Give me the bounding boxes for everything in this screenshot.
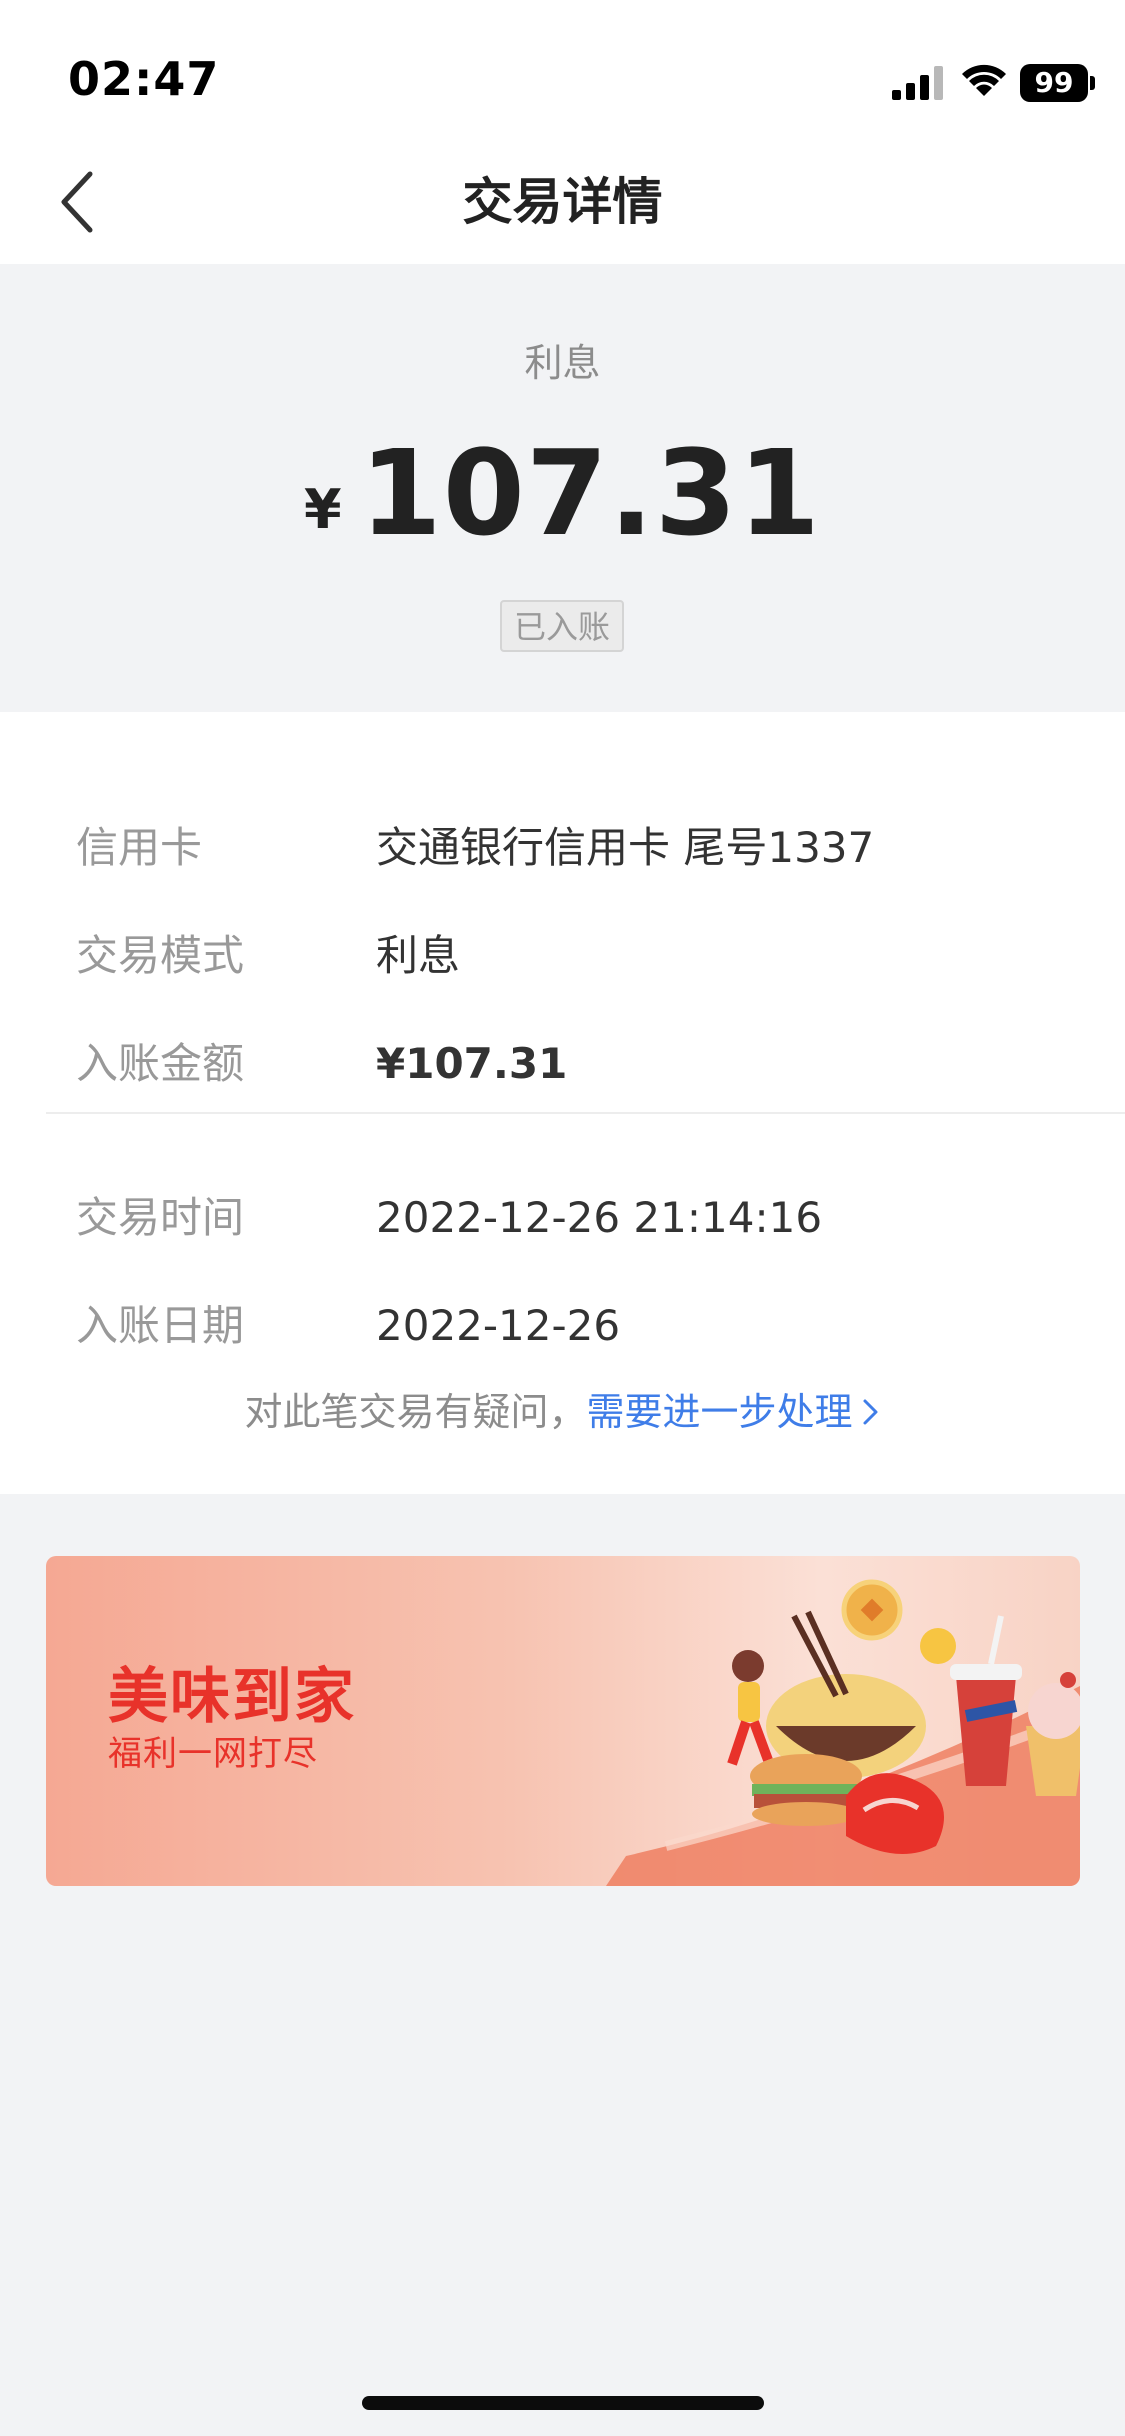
detail-row-card: 信用卡 交通银行信用卡 尾号1337 — [0, 818, 1125, 878]
person-icon — [732, 1650, 764, 1682]
battery-cap — [1090, 76, 1095, 90]
currency-symbol: ¥ — [304, 478, 342, 541]
page-title: 交易详情 — [462, 173, 663, 231]
wifi-icon — [962, 64, 1006, 96]
chevron-right-icon — [863, 1399, 878, 1425]
promo-banner[interactable]: 美味到家 福利一网打尽 — [46, 1556, 1080, 1886]
detail-row-time: 交易时间 2022-12-26 21:14:16 — [0, 1188, 1125, 1248]
detail-row-mode: 交易模式 利息 — [0, 926, 1125, 986]
home-indicator — [362, 2396, 764, 2410]
nav-bar: 交易详情 — [0, 140, 1125, 264]
back-button[interactable] — [52, 164, 112, 240]
detail-label: 入账金额 — [76, 1039, 245, 1088]
chevron-left-icon — [61, 171, 93, 233]
help-text: 对此笔交易有疑问， — [244, 1390, 587, 1434]
battery-icon: 99 — [1020, 64, 1088, 102]
status-time: 02:47 — [68, 52, 220, 106]
further-action-link[interactable]: 需要进一步处理 — [587, 1390, 881, 1434]
transaction-summary: 利息 ¥107.31 已入账 — [0, 264, 1125, 712]
further-action-link-label: 需要进一步处理 — [586, 1390, 853, 1434]
detail-label: 交易模式 — [76, 931, 245, 980]
detail-value: 2022-12-26 21:14:16 — [376, 1193, 823, 1242]
detail-label: 信用卡 — [76, 823, 203, 872]
drink-icon — [956, 1676, 1016, 1786]
transaction-amount: ¥107.31 — [0, 424, 1125, 562]
status-badge: 已入账 — [500, 600, 624, 652]
amount-value: 107.31 — [359, 424, 821, 562]
detail-row-amount: 入账金额 ¥107.31 — [0, 1034, 1125, 1094]
banner-subtitle: 福利一网打尽 — [108, 1734, 318, 1774]
banner-title: 美味到家 — [108, 1662, 356, 1732]
detail-label: 入账日期 — [76, 1301, 245, 1350]
divider — [46, 1112, 1125, 1114]
detail-label: 交易时间 — [76, 1193, 245, 1242]
transaction-type: 利息 — [524, 341, 601, 385]
lemon-icon — [920, 1628, 956, 1664]
cellular-signal-icon — [892, 66, 943, 100]
food-illustration: 福 — [606, 1579, 1080, 1886]
detail-value: 2022-12-26 — [376, 1301, 621, 1350]
detail-card: 信用卡 交通银行信用卡 尾号1337 交易模式 利息 入账金额 ¥107.31 … — [0, 712, 1125, 1494]
detail-value: 交通银行信用卡 尾号1337 — [376, 823, 875, 872]
status-bar: 02:47 99 — [0, 0, 1125, 140]
detail-row-date: 入账日期 2022-12-26 — [0, 1296, 1125, 1356]
detail-value: 利息 — [376, 931, 461, 980]
detail-value: ¥107.31 — [376, 1039, 568, 1088]
help-line: 对此笔交易有疑问，需要进一步处理 — [0, 1384, 1125, 1440]
